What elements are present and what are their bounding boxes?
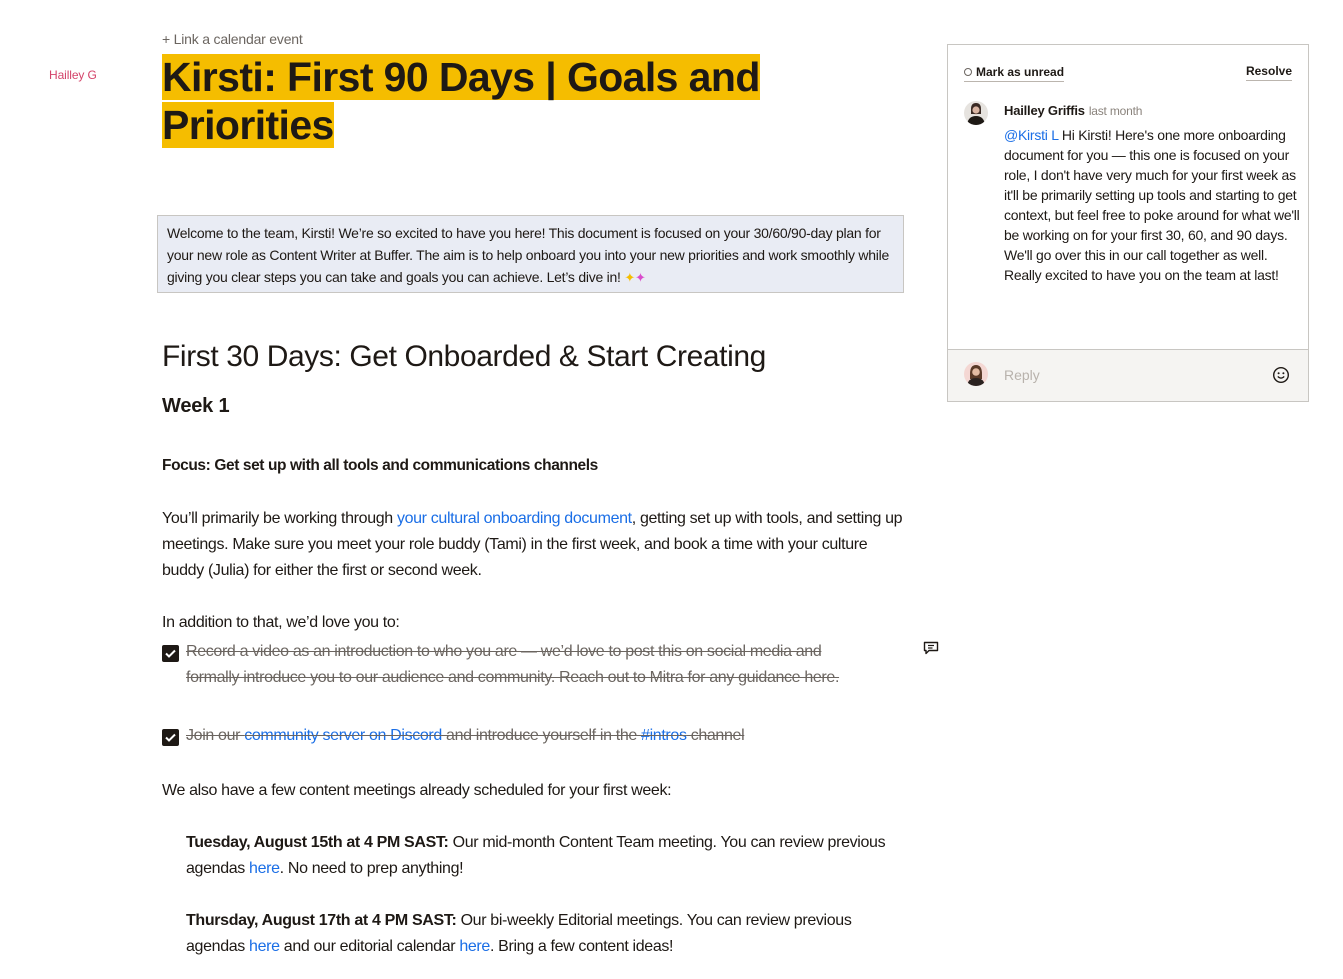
comment-panel: Mark as unread Resolve Hailley Griffis la… (947, 44, 1309, 402)
meeting-text: . Bring a few content ideas! (489, 938, 674, 955)
reply-bar (948, 349, 1308, 401)
avatar-image-icon (967, 103, 985, 125)
mark-as-unread-button[interactable]: Mark as unread (964, 65, 1065, 82)
todo-intro-paragraph: In addition to that, we’d love you to: (162, 614, 400, 631)
todo-item: Join our community server on Discord and… (162, 723, 862, 749)
todo-text-part: Join our (186, 727, 245, 744)
cultural-onboarding-link[interactable]: your cultural onboarding document (397, 510, 632, 527)
resolve-button[interactable]: Resolve (1245, 64, 1292, 81)
todo-text: Join our community server on Discord and… (162, 723, 862, 749)
todo-text-part: channel (686, 727, 745, 744)
meeting-time: Tuesday, August 15th at 4 PM SAST: (186, 834, 449, 851)
comment-marker-icon[interactable] (922, 641, 940, 655)
checkbox-checked[interactable] (162, 729, 179, 746)
intros-channel-link[interactable]: #intros (641, 727, 687, 744)
unread-circle-icon (964, 68, 972, 76)
editorial-calendar-link[interactable]: here (459, 938, 490, 955)
avatar (964, 362, 988, 386)
callout-text: Welcome to the team, Kirsti! We’re so ex… (167, 225, 889, 285)
meeting-item: Thursday, August 17th at 4 PM SAST: Our … (186, 908, 906, 960)
todo-item: Record a video as an introduction to who… (162, 639, 842, 691)
meeting-item: Tuesday, August 15th at 4 PM SAST: Our m… (186, 830, 906, 882)
comment-body: @Kirsti L Hi Kirsti! Here's one more onb… (1004, 125, 1300, 285)
document-title[interactable]: Kirsti: First 90 Days | Goals and Priori… (162, 53, 782, 149)
checkmark-icon (165, 733, 176, 742)
paragraph-text: You’ll primarily be working through (162, 510, 397, 527)
section-heading: First 30 Days: Get Onboarded & Start Cre… (162, 340, 766, 373)
emoji-picker-icon[interactable] (1272, 366, 1290, 384)
agendas-link[interactable]: here (249, 938, 280, 955)
comment-author: Hailley Griffis last month (1004, 103, 1142, 118)
welcome-callout: Welcome to the team, Kirsti! We’re so ex… (157, 215, 904, 293)
todo-text: Record a video as an introduction to who… (186, 643, 840, 686)
sparkles-icon: ✦✦ (624, 270, 646, 285)
avatar-image-icon (967, 365, 985, 386)
comment-author-name: Hailley Griffis (1004, 103, 1085, 118)
comment-timestamp: last month (1088, 104, 1143, 118)
discord-link[interactable]: community server on Discord (244, 727, 442, 744)
meeting-text: . No need to prep anything! (279, 860, 464, 877)
intro-paragraph: You’ll primarily be working through your… (162, 506, 912, 584)
comment-text: Hi Kirsti! Here's one more onboarding do… (1004, 127, 1300, 283)
focus-text: Focus: Get set up with all tools and com… (162, 457, 598, 474)
week-heading: Week 1 (162, 395, 230, 417)
checkmark-icon (165, 649, 176, 658)
todo-text-part: and introduce yourself in the (441, 727, 642, 744)
mark-as-unread-label: Mark as unread (976, 65, 1065, 79)
author-gutter-label: Hailley G (49, 68, 97, 82)
document-title-text: Kirsti: First 90 Days | Goals and Priori… (162, 54, 760, 148)
meeting-text: and our editorial calendar (279, 938, 460, 955)
reply-input[interactable] (1004, 362, 1254, 388)
mention-link[interactable]: @Kirsti L (1004, 127, 1058, 143)
meeting-time: Thursday, August 17th at 4 PM SAST: (186, 912, 457, 929)
link-calendar-event-button[interactable]: + Link a calendar event (162, 31, 303, 47)
meetings-intro-paragraph: We also have a few content meetings alre… (162, 782, 672, 799)
avatar (964, 101, 988, 125)
checkbox-checked[interactable] (162, 645, 179, 662)
comment-panel-header: Mark as unread Resolve (964, 64, 1292, 85)
agendas-link[interactable]: here (249, 860, 280, 877)
